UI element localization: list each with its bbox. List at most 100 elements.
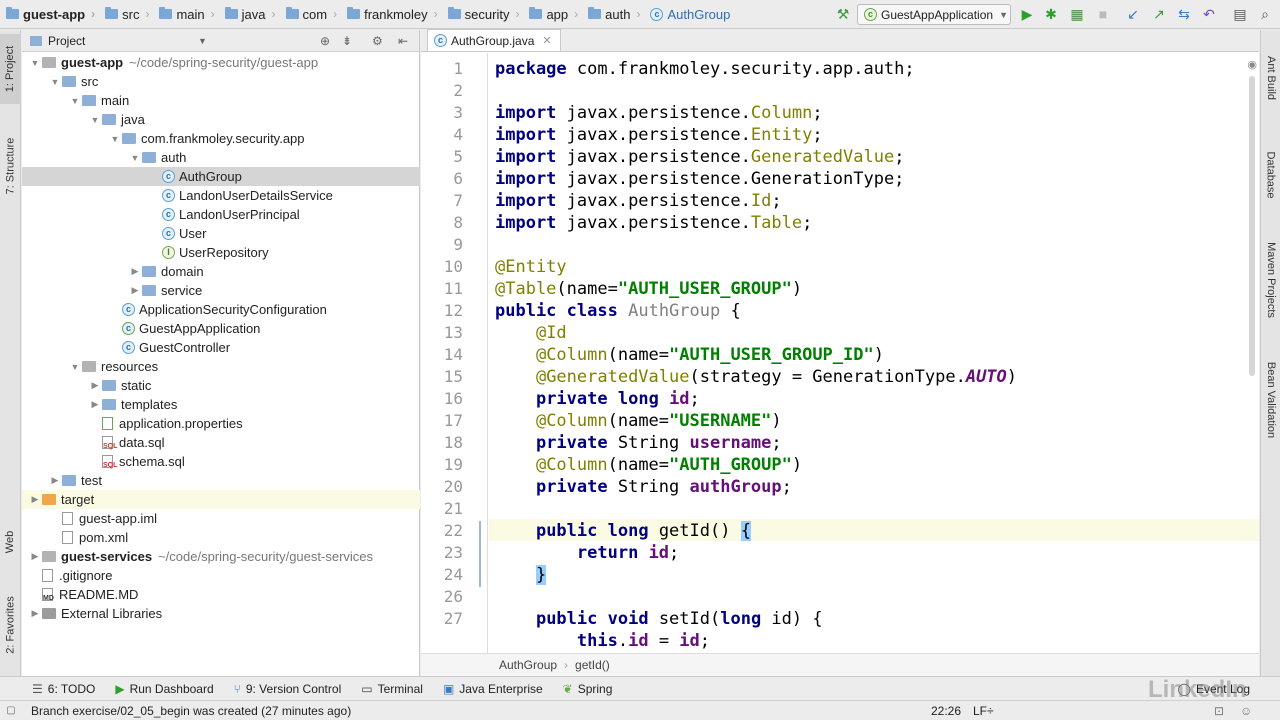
footer-crumb-class[interactable]: AuthGroup xyxy=(499,658,557,672)
tool-todo[interactable]: ☰ 6: TODO xyxy=(22,677,105,701)
code-line[interactable]: public class AuthGroup { xyxy=(495,300,741,322)
chevron-down-icon[interactable]: ▼ xyxy=(68,96,82,106)
chevron-down-icon[interactable]: ▼ xyxy=(68,362,82,372)
code-line[interactable]: @Column(name="AUTH_USER_GROUP_ID") xyxy=(495,344,884,366)
inspector-icon[interactable]: ☺ xyxy=(1240,704,1252,718)
breadcrumb-java[interactable]: java › xyxy=(219,0,280,29)
tool-java-enterprise[interactable]: ▣ Java Enterprise xyxy=(433,677,553,701)
code-line[interactable]: private long id; xyxy=(495,388,700,410)
breadcrumb-main[interactable]: main › xyxy=(153,0,218,29)
code-line[interactable]: import javax.persistence.Table; xyxy=(495,212,812,234)
debug-icon[interactable]: ✱ xyxy=(1043,6,1059,22)
tree-item[interactable]: I UserRepository xyxy=(22,243,420,262)
breadcrumb-authgroup[interactable]: c AuthGroup xyxy=(644,0,734,29)
tree-item[interactable]: ▶ test xyxy=(22,471,420,490)
chevron-right-icon[interactable]: ▶ xyxy=(28,551,42,562)
vcs-compare-icon[interactable]: ⇆ xyxy=(1176,6,1192,22)
tree-item[interactable]: ▶ templates xyxy=(22,395,420,414)
tree-item[interactable]: c ApplicationSecurityConfiguration xyxy=(22,300,420,319)
tree-item[interactable]: ▼ java xyxy=(22,110,420,129)
tool-version-control[interactable]: ⑂ 9: Version Control xyxy=(224,677,352,701)
chevron-down-icon[interactable]: ▼ xyxy=(88,115,102,125)
caret-position[interactable]: 22:26 xyxy=(931,704,961,718)
revert-icon[interactable]: ↶ xyxy=(1201,6,1217,22)
code-line[interactable]: package com.frankmoley.security.app.auth… xyxy=(495,58,915,80)
code-line[interactable]: @Entity xyxy=(495,256,567,278)
code-editor[interactable]: package com.frankmoley.security.app.auth… xyxy=(495,53,1251,653)
breadcrumb-src[interactable]: src › xyxy=(99,0,153,29)
code-line[interactable]: import javax.persistence.Entity; xyxy=(495,124,823,146)
line-separator[interactable]: LF÷ xyxy=(973,704,994,718)
tree-item[interactable]: ▼ com.frankmoley.security.app xyxy=(22,129,420,148)
tree-item[interactable]: ▶ guest-services ~/code/spring-security/gu… xyxy=(22,547,420,566)
status-message[interactable]: Branch exercise/02_05_begin was created … xyxy=(31,704,351,718)
tree-item[interactable]: c User xyxy=(22,224,420,243)
code-line[interactable]: import javax.persistence.GeneratedValue; xyxy=(495,146,904,168)
build-hammer-icon[interactable]: ⚒ xyxy=(835,6,851,22)
chevron-right-icon[interactable]: ▶ xyxy=(128,285,142,296)
tree-item[interactable]: pom.xml xyxy=(22,528,420,547)
tool-run-dashboard[interactable]: ▶ Run Dashboard xyxy=(105,677,223,701)
code-line[interactable]: @Id xyxy=(495,322,567,344)
tree-item[interactable]: ▶ target xyxy=(22,490,420,509)
code-line[interactable]: return id; xyxy=(495,542,679,564)
search-everywhere-icon[interactable]: ⌕ xyxy=(1257,6,1273,22)
tool-terminal[interactable]: ▭ Terminal xyxy=(351,677,433,701)
breadcrumb-com[interactable]: com › xyxy=(280,0,342,29)
run-configuration-select[interactable]: c GuestAppApplication ▼ xyxy=(857,4,1011,25)
vcs-commit-icon[interactable]: ↗ xyxy=(1151,6,1167,22)
tab-structure[interactable]: 7: Structure xyxy=(0,116,21,216)
tree-item[interactable]: ▼ src xyxy=(22,72,420,91)
code-line[interactable]: private String authGroup; xyxy=(495,476,792,498)
code-line[interactable]: import javax.persistence.GenerationType; xyxy=(495,168,904,190)
editor-scrollbar[interactable] xyxy=(1249,76,1255,376)
tool-spring[interactable]: ❦ Spring xyxy=(553,677,623,701)
chevron-down-icon[interactable]: ▼ xyxy=(198,36,207,46)
chevron-right-icon[interactable]: ▶ xyxy=(88,380,102,391)
tree-item[interactable]: ▼ auth xyxy=(22,148,420,167)
code-line[interactable]: } xyxy=(495,564,547,586)
chevron-right-icon[interactable]: ▶ xyxy=(88,399,102,410)
tree-item[interactable]: ▶ service xyxy=(22,281,420,300)
footer-crumb-method[interactable]: getId() xyxy=(575,658,610,672)
chevron-down-icon[interactable]: ▼ xyxy=(48,77,62,87)
code-line[interactable]: this.id = id; xyxy=(495,630,710,652)
breadcrumb-app[interactable]: app › xyxy=(523,0,582,29)
breadcrumb-security[interactable]: security › xyxy=(442,0,524,29)
tree-item[interactable]: SQL schema.sql xyxy=(22,452,420,471)
gear-icon[interactable]: ⚙ xyxy=(372,34,383,48)
tab-ant-build[interactable]: Ant Build xyxy=(1261,38,1280,118)
stop-icon[interactable]: ■ xyxy=(1095,6,1111,22)
close-icon[interactable]: ✕ xyxy=(542,34,551,47)
chevron-right-icon[interactable]: ▶ xyxy=(28,608,42,619)
run-icon[interactable]: ▶ xyxy=(1019,6,1035,22)
chevron-right-icon[interactable]: ▶ xyxy=(48,475,62,486)
tree-item[interactable]: c AuthGroup xyxy=(22,167,420,186)
breadcrumb-auth[interactable]: auth › xyxy=(582,0,644,29)
code-line[interactable]: @Column(name="AUTH_GROUP") xyxy=(495,454,802,476)
breadcrumb-frankmoley[interactable]: frankmoley › xyxy=(341,0,442,29)
project-structure-icon[interactable]: ▤ xyxy=(1232,6,1248,22)
collapse-all-icon[interactable]: ⇟ xyxy=(342,34,352,48)
tab-bean-validation[interactable]: Bean Validation xyxy=(1261,340,1280,460)
tree-item[interactable]: ▼ guest-app ~/code/spring-security/guest-a… xyxy=(22,53,420,72)
lock-icon[interactable]: ⊡ xyxy=(1214,704,1224,718)
tree-item[interactable]: c LandonUserPrincipal xyxy=(22,205,420,224)
chevron-down-icon[interactable]: ▼ xyxy=(108,134,122,144)
tab-database[interactable]: Database xyxy=(1261,130,1280,220)
code-line[interactable]: import javax.persistence.Id; xyxy=(495,190,782,212)
tab-web[interactable]: Web xyxy=(0,520,21,564)
hide-panel-icon[interactable]: ⇤ xyxy=(398,34,408,48)
tree-item[interactable]: ▼ main xyxy=(22,91,420,110)
chevron-down-icon[interactable]: ▼ xyxy=(28,58,42,68)
vcs-update-icon[interactable]: ↙ xyxy=(1125,6,1141,22)
code-line[interactable]: private String username; xyxy=(495,432,782,454)
tree-item[interactable]: application.properties xyxy=(22,414,420,433)
code-line[interactable]: @Table(name="AUTH_USER_GROUP") xyxy=(495,278,802,300)
code-line[interactable]: public long getId() { xyxy=(495,520,751,542)
code-line[interactable]: public void setId(long id) { xyxy=(495,608,823,630)
editor-tab-authgroup[interactable]: c AuthGroup.java ✕ xyxy=(427,29,561,51)
chevron-right-icon[interactable]: ▶ xyxy=(128,266,142,277)
eye-icon[interactable]: ◉ xyxy=(1247,58,1257,71)
code-line[interactable]: import javax.persistence.Column; xyxy=(495,102,823,124)
